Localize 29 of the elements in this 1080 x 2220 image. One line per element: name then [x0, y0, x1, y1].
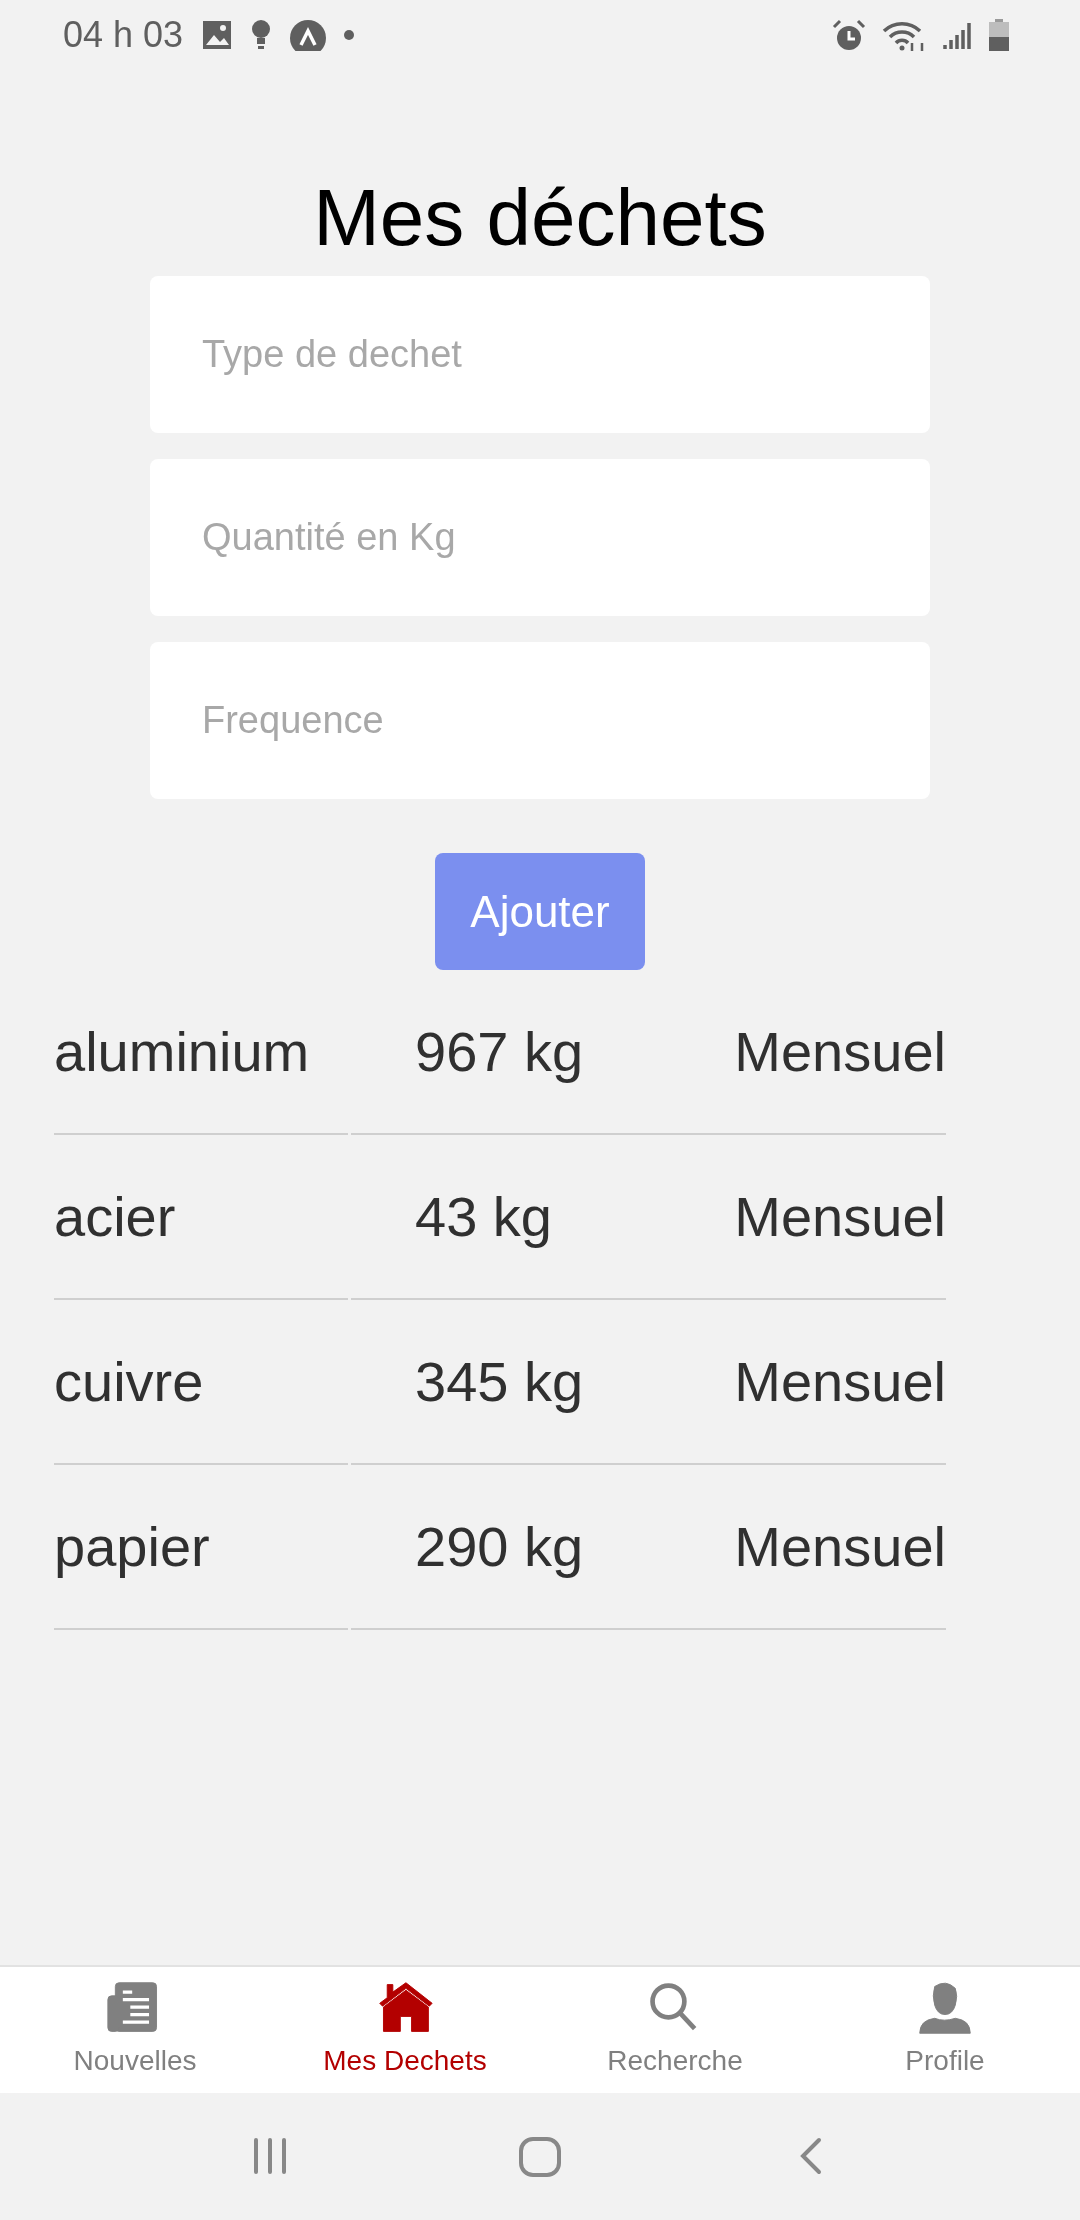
caret-up-icon: [289, 19, 328, 51]
tab[interactable]: Recherche: [540, 1967, 810, 2093]
page-title: Mes déchets: [313, 172, 767, 264]
waste-type: papier: [54, 1514, 210, 1579]
waste-frequency: Mensuel: [734, 1349, 946, 1414]
input-field[interactable]: Frequence: [150, 642, 930, 799]
input-field[interactable]: Type de dechet: [150, 276, 930, 433]
waste-type: cuivre: [54, 1349, 204, 1414]
battery-icon: [988, 19, 1010, 51]
waste-type: acier: [54, 1184, 176, 1249]
waste-quantity: 290 kg: [415, 1514, 584, 1579]
status-time: 04 h 03: [63, 14, 184, 56]
alarm-icon: [832, 19, 866, 51]
tab[interactable]: Nouvelles: [0, 1967, 270, 2093]
waste-frequency: Mensuel: [734, 1019, 946, 1084]
waste-quantity: 345 kg: [415, 1349, 584, 1414]
dot-icon: [343, 29, 356, 41]
image-icon: [201, 19, 234, 51]
add-button[interactable]: Ajouter: [435, 853, 645, 970]
tab[interactable]: Mes Dechets: [270, 1967, 540, 2093]
wifi-icon: [882, 19, 926, 51]
input-field[interactable]: Quantité en Kg: [150, 459, 930, 616]
waste-quantity: 967 kg: [415, 1019, 584, 1084]
waste-frequency: Mensuel: [734, 1514, 946, 1579]
waste-quantity: 43 kg: [415, 1184, 552, 1249]
waste-frequency: Mensuel: [734, 1184, 946, 1249]
tab[interactable]: Profile: [810, 1967, 1080, 2093]
home-button-icon[interactable]: [518, 2135, 562, 2178]
waste-type: aluminium: [54, 1019, 310, 1084]
